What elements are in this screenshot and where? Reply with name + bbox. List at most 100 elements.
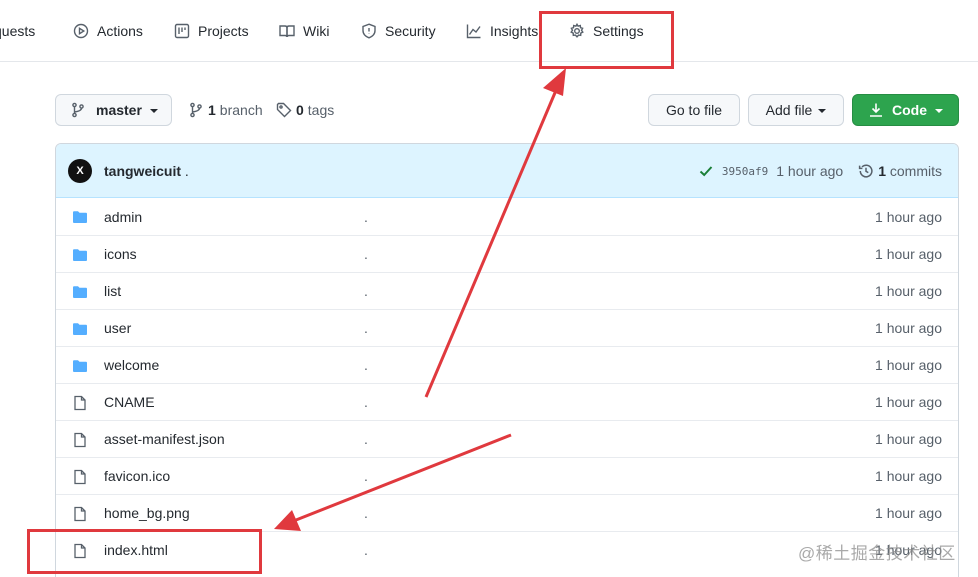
file-name-link[interactable]: icons <box>104 246 137 262</box>
git-branch-icon <box>72 102 84 118</box>
file-age: 1 hour ago <box>875 357 942 373</box>
folder-icon <box>73 249 87 261</box>
file-name-link[interactable]: list <box>104 283 121 299</box>
tab-projects-label: Projects <box>198 23 249 39</box>
book-icon <box>279 25 295 38</box>
file-name-link[interactable]: favicon.ico <box>104 468 170 484</box>
table-row[interactable]: list. 1 hour ago <box>56 272 958 309</box>
file-commit-message[interactable]: . <box>364 209 368 225</box>
file-rows: admin. 1 hour ago icons. 1 hour ago list. 1 h… <box>56 198 958 568</box>
table-row[interactable]: favicon.ico. 1 hour ago <box>56 457 958 494</box>
commit-message[interactable]: . <box>185 163 189 179</box>
go-to-file-button[interactable]: Go to file <box>648 94 740 126</box>
file-name-link[interactable]: CNAME <box>104 394 155 410</box>
download-icon <box>870 103 882 117</box>
file-icon <box>74 395 86 411</box>
commit-author[interactable]: tangweicuit . <box>104 163 189 179</box>
tab-wiki[interactable]: Wiki <box>279 0 329 62</box>
file-age: 1 hour ago <box>875 431 942 447</box>
tab-security-label: Security <box>385 23 436 39</box>
commit-author-name: tangweicuit <box>104 163 182 179</box>
file-commit-message[interactable]: . <box>364 542 368 558</box>
file-name-link[interactable]: user <box>104 320 131 336</box>
table-row[interactable]: asset-manifest.json. 1 hour ago <box>56 420 958 457</box>
file-age: 1 hour ago <box>875 283 942 299</box>
branch-name: master <box>96 102 142 118</box>
add-file-label: Add file <box>765 102 813 118</box>
add-file-button[interactable]: Add file <box>748 94 844 126</box>
file-icon <box>74 469 86 485</box>
file-name-link[interactable]: asset-manifest.json <box>104 431 225 447</box>
avatar-glyph: X <box>76 165 84 177</box>
check-icon <box>699 166 713 177</box>
file-age: 1 hour ago <box>875 468 942 484</box>
table-row[interactable]: user. 1 hour ago <box>56 309 958 346</box>
file-name-link[interactable]: admin <box>104 209 142 225</box>
file-commit-message[interactable]: . <box>364 320 368 336</box>
code-button[interactable]: Code <box>852 94 959 126</box>
file-commit-message[interactable]: . <box>364 357 368 373</box>
history-icon <box>859 164 873 178</box>
tab-insights[interactable]: Insights <box>466 0 538 62</box>
branch-selector-button[interactable]: master <box>55 94 172 126</box>
file-commit-message[interactable]: . <box>364 283 368 299</box>
commit-meta: 3950af9 1 hour ago 1 commits <box>698 144 942 198</box>
branches-count: 1 <box>208 102 216 118</box>
table-row[interactable]: admin. 1 hour ago <box>56 198 958 235</box>
go-to-file-label: Go to file <box>665 102 723 118</box>
git-branch-icon <box>190 102 202 118</box>
tags-count: 0 <box>296 102 304 118</box>
tags-label: tags <box>307 102 335 118</box>
latest-commit-bar: X tangweicuit . 3950af9 1 hour ago 1 com… <box>56 144 958 198</box>
file-name-link[interactable]: home_bg.png <box>104 505 190 521</box>
chevron-down-icon <box>935 109 943 113</box>
file-commit-message[interactable]: . <box>364 246 368 262</box>
tab-settings-label: Settings <box>593 23 644 39</box>
file-commit-message[interactable]: . <box>364 468 368 484</box>
tags-link[interactable]: 0 tags <box>276 94 334 126</box>
commits-link[interactable]: 1 commits <box>878 163 942 179</box>
commit-sha[interactable]: 3950af9 <box>722 165 768 178</box>
project-board-icon <box>174 23 190 39</box>
tab-actions[interactable]: Actions <box>73 0 143 62</box>
file-icon <box>74 506 86 522</box>
file-commit-message[interactable]: . <box>364 505 368 521</box>
tab-security[interactable]: Security <box>361 0 436 62</box>
branches-label: branch <box>219 102 263 118</box>
file-commit-message[interactable]: . <box>364 431 368 447</box>
folder-icon <box>73 286 87 298</box>
folder-icon <box>73 323 87 335</box>
commit-time: 1 hour ago <box>776 163 844 179</box>
branches-link[interactable]: 1 branch <box>188 94 263 126</box>
tab-wiki-label: Wiki <box>303 23 330 39</box>
table-row[interactable]: icons. 1 hour ago <box>56 235 958 272</box>
tab-pull-requests-label: quests <box>0 23 36 39</box>
tab-insights-label: Insights <box>490 23 539 39</box>
tab-projects[interactable]: Projects <box>174 0 249 62</box>
tab-actions-label: Actions <box>97 23 143 39</box>
graph-icon <box>466 24 481 39</box>
folder-icon <box>73 211 87 223</box>
file-icon <box>74 543 86 559</box>
shield-icon <box>362 23 376 39</box>
tag-icon <box>276 102 292 118</box>
tab-pull-requests[interactable]: quests <box>0 0 35 62</box>
file-commit-message[interactable]: . <box>364 394 368 410</box>
chevron-down-icon <box>149 109 158 113</box>
file-age: 1 hour ago <box>875 246 942 262</box>
table-row[interactable]: CNAME. 1 hour ago <box>56 383 958 420</box>
file-icon <box>74 432 86 448</box>
table-row[interactable]: home_bg.png. 1 hour ago <box>56 494 958 531</box>
table-row[interactable]: welcome. 1 hour ago <box>56 346 958 383</box>
file-name-link[interactable]: welcome <box>104 357 159 373</box>
gear-icon <box>570 23 584 38</box>
file-name-link[interactable]: index.html <box>104 542 168 558</box>
avatar[interactable]: X <box>68 159 92 183</box>
file-list: X tangweicuit . 3950af9 1 hour ago 1 com… <box>55 143 959 577</box>
tab-settings[interactable]: Settings <box>569 0 644 62</box>
repo-nav: quests Actions Projects Wiki Security In… <box>0 0 978 62</box>
play-circle-icon <box>73 23 89 39</box>
commits-count: 1 <box>878 163 886 179</box>
code-button-label: Code <box>892 102 927 118</box>
file-age: 1 hour ago <box>875 208 942 225</box>
